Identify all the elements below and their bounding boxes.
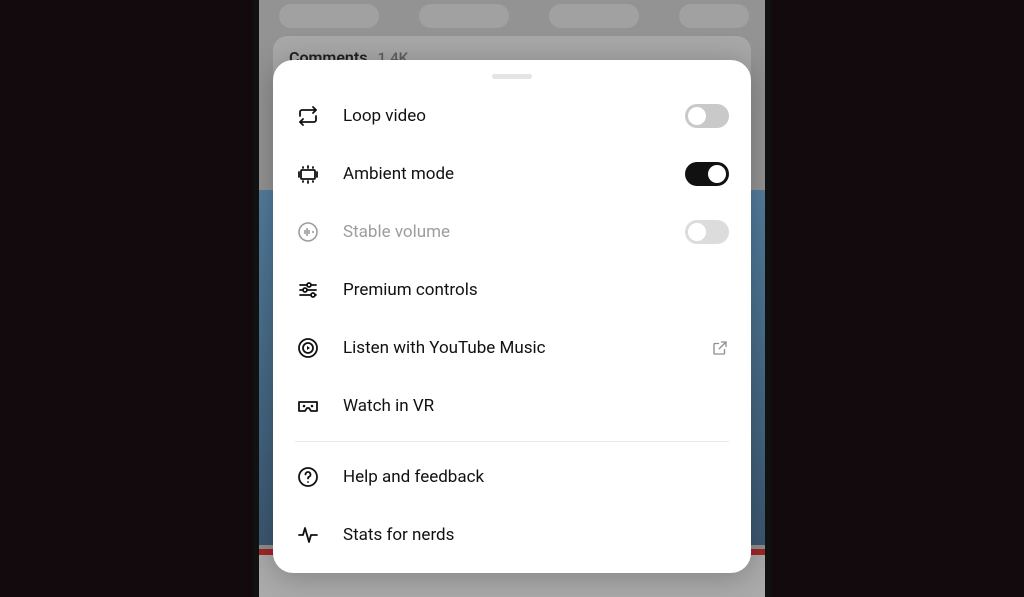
stable-volume-icon	[295, 219, 321, 245]
sliders-icon	[295, 277, 321, 303]
menu-item-stable-volume: Stable volume	[273, 203, 751, 261]
menu-item-ambient-mode[interactable]: Ambient mode	[273, 145, 751, 203]
menu-divider	[295, 441, 729, 442]
sheet-grabber[interactable]	[492, 74, 532, 79]
ambient-toggle[interactable]	[685, 162, 729, 186]
menu-item-label: Listen with YouTube Music	[343, 338, 683, 358]
menu-item-label: Loop video	[343, 106, 683, 126]
menu-item-label: Stats for nerds	[343, 525, 683, 545]
menu-item-label: Ambient mode	[343, 164, 683, 184]
menu-item-premium-controls[interactable]: Premium controls	[273, 261, 751, 319]
menu-item-label: Watch in VR	[343, 396, 683, 416]
menu-item-label: Help and feedback	[343, 467, 683, 487]
menu-item-label: Premium controls	[343, 280, 683, 300]
phone-frame: Comments 1.4K Loop video Ambie	[253, 0, 771, 597]
menu-item-listen-youtube-music[interactable]: Listen with YouTube Music	[273, 319, 751, 377]
loop-icon	[295, 103, 321, 129]
settings-bottom-sheet: Loop video Ambient mode	[273, 60, 751, 573]
menu-item-stats-for-nerds[interactable]: Stats for nerds	[273, 506, 751, 564]
play-circle-icon	[295, 335, 321, 361]
menu-item-watch-in-vr[interactable]: Watch in VR	[273, 377, 751, 435]
stable-volume-toggle	[685, 220, 729, 244]
vr-icon	[295, 393, 321, 419]
ambient-icon	[295, 161, 321, 187]
phone-screen: Comments 1.4K Loop video Ambie	[259, 0, 765, 597]
menu-item-loop-video[interactable]: Loop video	[273, 87, 751, 145]
activity-icon	[295, 522, 321, 548]
menu-item-label: Stable volume	[343, 222, 683, 242]
menu-item-help-feedback[interactable]: Help and feedback	[273, 448, 751, 506]
loop-toggle[interactable]	[685, 104, 729, 128]
help-icon	[295, 464, 321, 490]
external-link-icon	[683, 339, 729, 357]
